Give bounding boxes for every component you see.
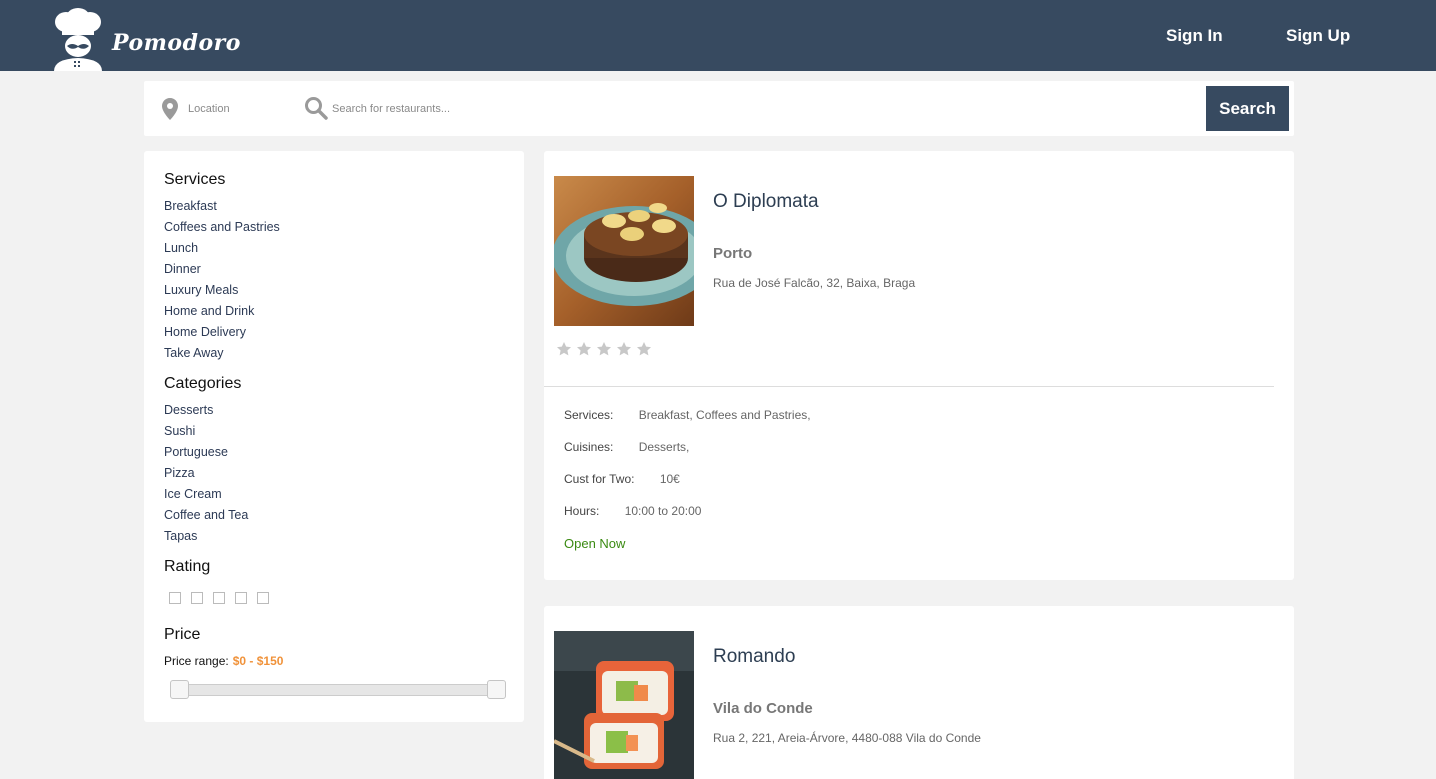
cost-value: 10€ (659, 472, 680, 486)
location-input[interactable] (188, 98, 288, 120)
restaurant-card: Romando Vila do Conde Rua 2, 221, Areia-… (544, 606, 1294, 779)
category-filter-item[interactable]: Desserts (164, 400, 248, 421)
star-icon[interactable] (556, 341, 572, 357)
rating-checkbox[interactable] (235, 592, 247, 604)
services-heading: Services (164, 171, 226, 188)
hours-label: Hours: (564, 504, 600, 518)
price-heading: Price (164, 626, 201, 643)
restaurant-search-input[interactable] (332, 98, 932, 120)
restaurant-city: Porto (713, 245, 753, 262)
service-filter-item[interactable]: Dinner (164, 259, 280, 280)
sushi-photo-icon (554, 631, 694, 779)
category-filter-item[interactable]: Pizza (164, 463, 248, 484)
service-filter-item[interactable]: Take Away (164, 343, 280, 364)
rating-checkbox[interactable] (213, 592, 225, 604)
service-filter-item[interactable]: Lunch (164, 238, 280, 259)
card-divider (544, 386, 1274, 387)
cost-label: Cust for Two: (564, 472, 635, 486)
restaurant-city: Vila do Conde (713, 700, 813, 717)
services-value: Breakfast, Coffees and Pastries, (638, 408, 811, 422)
search-button[interactable]: Search (1206, 86, 1289, 131)
brand-name[interactable]: Pomodoro (112, 30, 241, 56)
cuisines-label: Cuisines: (564, 440, 614, 454)
filter-sidebar: Services Breakfast Coffees and Pastries … (144, 151, 524, 722)
cuisines-value: Desserts, (638, 440, 690, 454)
category-filter-item[interactable]: Coffee and Tea (164, 505, 248, 526)
restaurant-thumbnail[interactable] (554, 631, 694, 779)
chef-logo-icon[interactable] (50, 8, 106, 71)
category-filter-item[interactable]: Tapas (164, 526, 248, 547)
cost-row: Cust for Two: 10€ (564, 472, 680, 486)
price-range-text: Price range: $0 - $150 (164, 654, 283, 668)
price-range-value: $0 - $150 (232, 654, 284, 668)
restaurant-thumbnail[interactable] (554, 176, 694, 326)
rating-checkboxes (169, 592, 269, 604)
hours-value: 10:00 to 20:00 (624, 504, 702, 518)
cuisines-row: Cuisines: Desserts, (564, 440, 689, 454)
star-icon[interactable] (616, 341, 632, 357)
rating-checkbox[interactable] (257, 592, 269, 604)
services-label: Services: (564, 408, 614, 422)
search-icon (305, 97, 328, 120)
restaurant-name[interactable]: O Diplomata (713, 191, 819, 213)
price-slider-min-handle[interactable] (170, 680, 189, 699)
services-row: Services: Breakfast, Coffees and Pastrie… (564, 408, 811, 422)
price-range-label: Price range: (164, 654, 229, 668)
price-slider-max-handle[interactable] (487, 680, 506, 699)
star-icon[interactable] (596, 341, 612, 357)
rating-checkbox[interactable] (169, 592, 181, 604)
service-filter-item[interactable]: Coffees and Pastries (164, 217, 280, 238)
star-icon[interactable] (636, 341, 652, 357)
categories-heading: Categories (164, 375, 242, 392)
category-filter-item[interactable]: Sushi (164, 421, 248, 442)
price-slider-track[interactable] (174, 684, 504, 696)
rating-stars (556, 341, 652, 357)
pancakes-photo-icon (554, 176, 694, 326)
services-list: Breakfast Coffees and Pastries Lunch Din… (164, 196, 280, 364)
category-filter-item[interactable]: Ice Cream (164, 484, 248, 505)
rating-checkbox[interactable] (191, 592, 203, 604)
category-filter-item[interactable]: Portuguese (164, 442, 248, 463)
service-filter-item[interactable]: Breakfast (164, 196, 280, 217)
sign-in-link[interactable]: Sign In (1166, 26, 1223, 46)
top-navbar: Pomodoro Sign In Sign Up (0, 0, 1436, 71)
location-pin-icon (162, 98, 178, 120)
restaurant-name[interactable]: Romando (713, 646, 795, 668)
rating-heading: Rating (164, 558, 211, 575)
service-filter-item[interactable]: Luxury Meals (164, 280, 280, 301)
search-bar: Search (144, 81, 1294, 136)
categories-list: Desserts Sushi Portuguese Pizza Ice Crea… (164, 400, 248, 547)
service-filter-item[interactable]: Home and Drink (164, 301, 280, 322)
open-status: Open Now (564, 536, 626, 551)
service-filter-item[interactable]: Home Delivery (164, 322, 280, 343)
hours-row: Hours: 10:00 to 20:00 (564, 504, 701, 518)
star-icon[interactable] (576, 341, 592, 357)
sign-up-link[interactable]: Sign Up (1286, 26, 1350, 46)
restaurant-address: Rua 2, 221, Areia-Árvore, 4480-088 Vila … (713, 731, 981, 745)
restaurant-card: O Diplomata Porto Rua de José Falcão, 32… (544, 151, 1294, 580)
restaurant-address: Rua de José Falcão, 32, Baixa, Braga (713, 276, 916, 290)
